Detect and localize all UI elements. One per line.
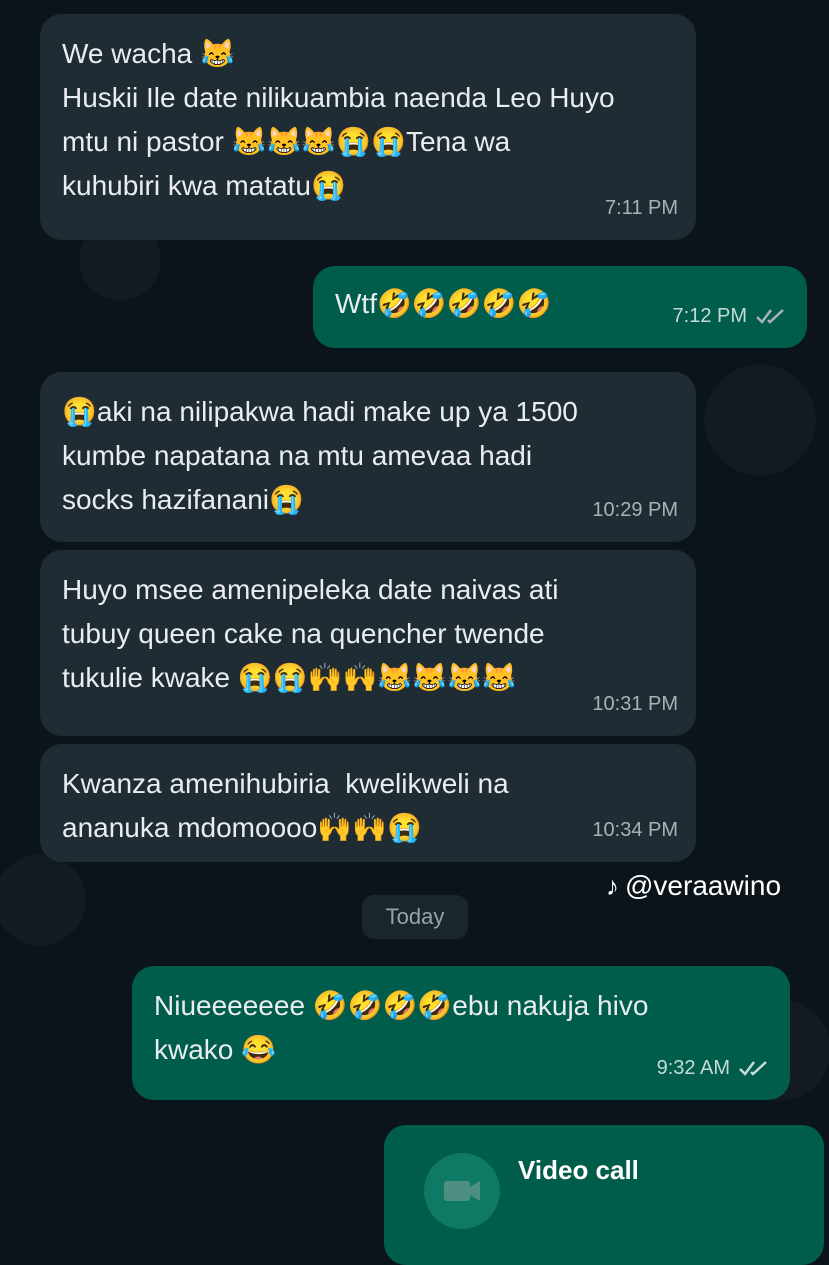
tiktok-icon: ♪ bbox=[606, 870, 619, 901]
message-time: 10:34 PM bbox=[592, 808, 678, 852]
message-text: We wacha 😹 Huskii Ile date nilikuambia n… bbox=[62, 38, 615, 201]
message-text: Kwanza amenihubiria kwelikweli na ananuk… bbox=[62, 768, 509, 843]
video-call-label: Video call bbox=[518, 1155, 639, 1185]
watermark-handle: @veraawino bbox=[625, 870, 782, 901]
tiktok-watermark: ♪ @veraawino bbox=[606, 870, 781, 902]
message-text: 😭aki na nilipakwa hadi make up ya 1500 k… bbox=[62, 396, 578, 515]
message-text: Niueeeeeee 🤣🤣🤣🤣ebu nakuja hivo kwako 😂 bbox=[154, 990, 649, 1065]
read-ticks-icon bbox=[756, 309, 784, 324]
message-bubble-incoming[interactable]: Kwanza amenihubiria kwelikweli na ananuk… bbox=[40, 744, 696, 862]
date-separator: Today bbox=[362, 895, 468, 939]
video-call-bubble[interactable]: Video call bbox=[384, 1125, 824, 1265]
message-text: Wtf🤣🤣🤣🤣🤣 bbox=[335, 288, 552, 319]
time-label: 10:29 PM bbox=[592, 499, 678, 521]
message-time: 7:11 PM bbox=[605, 186, 678, 230]
message-bubble-incoming[interactable]: 😭aki na nilipakwa hadi make up ya 1500 k… bbox=[40, 372, 696, 542]
message-time: 10:29 PM bbox=[592, 488, 678, 532]
message-bubble-incoming[interactable]: We wacha 😹 Huskii Ile date nilikuambia n… bbox=[40, 14, 696, 240]
message-time: 10:31 PM bbox=[592, 682, 678, 726]
time-label: 10:31 PM bbox=[592, 693, 678, 715]
time-label: 7:12 PM bbox=[672, 305, 747, 327]
video-camera-icon bbox=[424, 1153, 500, 1229]
message-bubble-outgoing[interactable]: Niueeeeeee 🤣🤣🤣🤣ebu nakuja hivo kwako 😂 9… bbox=[132, 966, 790, 1100]
read-ticks-icon bbox=[739, 1061, 767, 1076]
message-text: Huyo msee amenipeleka date naivas ati tu… bbox=[62, 574, 559, 693]
message-time: 7:12 PM bbox=[673, 294, 789, 338]
message-bubble-outgoing[interactable]: Wtf🤣🤣🤣🤣🤣 7:12 PM bbox=[313, 266, 807, 348]
message-time: 9:32 AM bbox=[657, 1046, 772, 1090]
message-bubble-incoming[interactable]: Huyo msee amenipeleka date naivas ati tu… bbox=[40, 550, 696, 736]
time-label: 9:32 AM bbox=[656, 1057, 730, 1079]
time-label: 10:34 PM bbox=[592, 819, 678, 841]
time-label: 7:11 PM bbox=[605, 197, 678, 219]
